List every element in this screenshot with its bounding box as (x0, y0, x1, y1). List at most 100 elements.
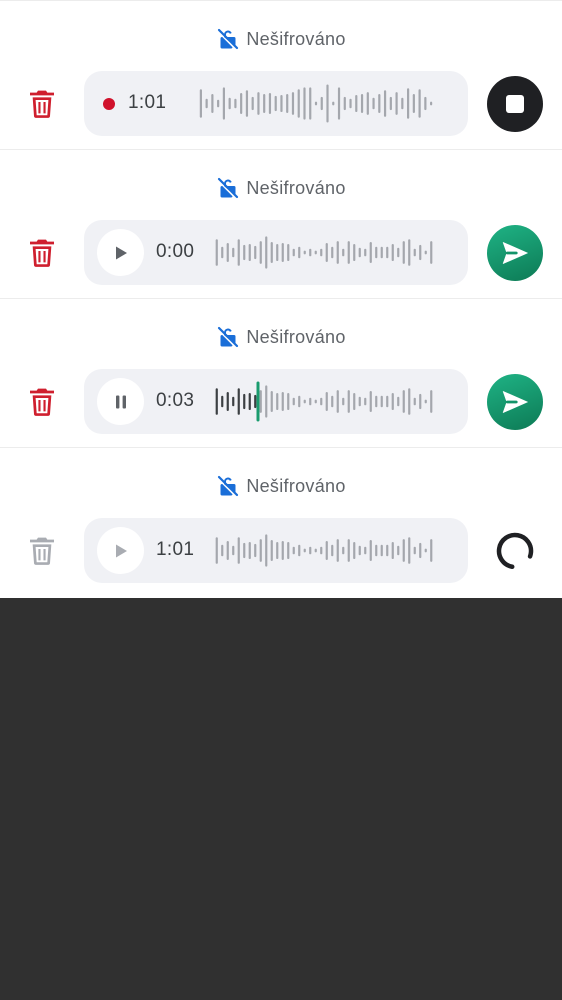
waveform-bar (383, 90, 387, 117)
trash-icon[interactable] (26, 237, 58, 269)
send-icon (502, 242, 528, 264)
waveform-bar (369, 391, 372, 412)
lock-off-icon (218, 28, 239, 50)
duration-label: 0:03 (156, 390, 195, 411)
voice-message-player: 1:01 (84, 518, 468, 583)
waveform-bar (287, 392, 290, 411)
waveform-bar (259, 390, 262, 413)
voice-message-player: 0:00 (84, 220, 468, 285)
waveform-bar (234, 98, 237, 109)
waveform-bar (276, 392, 279, 411)
playhead[interactable] (256, 381, 260, 422)
waveform-bar (402, 241, 405, 264)
play-icon (115, 544, 127, 557)
waveform-bar (347, 539, 350, 562)
waveform-bar (303, 399, 306, 404)
waveform-bar (380, 246, 383, 259)
waveform-bar (360, 94, 364, 113)
waveform-bar (389, 96, 392, 111)
waveform-bar (217, 99, 220, 108)
waveform-bar (364, 546, 367, 555)
waveform-bar (314, 399, 317, 404)
encryption-status-label: Nešifrováno (246, 475, 346, 496)
waveform[interactable] (214, 232, 434, 273)
stop-icon (506, 95, 524, 113)
waveform-bar (232, 396, 235, 407)
waveform (215, 534, 433, 567)
waveform-bar (342, 248, 345, 257)
waveform-bar (232, 247, 235, 258)
play-button[interactable] (97, 229, 144, 276)
waveform-bar (424, 399, 427, 404)
encryption-status-label: Nešifrováno (246, 326, 346, 347)
waveform-bar (243, 244, 246, 261)
waveform-bar (292, 546, 295, 555)
waveform-bar (257, 92, 260, 115)
waveform-bar (353, 243, 356, 262)
waveform[interactable] (214, 381, 434, 422)
waveform-bar (378, 94, 381, 113)
pause-button[interactable] (97, 378, 144, 425)
stop-recording-button[interactable] (487, 76, 543, 132)
waveform-bar (347, 241, 350, 264)
waveform-bar (391, 243, 394, 262)
waveform-bar (237, 239, 240, 266)
waveform-bar (265, 236, 268, 269)
waveform-bar (205, 98, 208, 109)
waveform (199, 84, 433, 123)
waveform-bar (265, 385, 268, 418)
waveform-bar (430, 390, 433, 413)
waveform-bar (358, 396, 361, 407)
waveform-bar (228, 97, 231, 110)
voice-message-list: Nešifrováno 1:01 Nešifrováno 0:00 Nešifr… (0, 0, 562, 598)
waveform-bar (281, 392, 284, 411)
waveform-bar (408, 239, 411, 266)
waveform-bar (331, 246, 334, 259)
waveform-bar (325, 243, 328, 262)
lock-off-icon (218, 177, 239, 199)
waveform-bar (408, 537, 411, 564)
waveform-bar (259, 539, 262, 562)
encryption-status: Nešifrováno (0, 474, 562, 498)
send-button[interactable] (487, 225, 543, 281)
waveform-bar (342, 546, 345, 555)
waveform-bar (380, 544, 383, 557)
waveform-bar (419, 244, 422, 261)
waveform-bar (221, 544, 224, 557)
waveform-bar (270, 540, 273, 561)
waveform-bar (358, 247, 361, 258)
waveform-bar (369, 540, 372, 561)
waveform-bar (397, 247, 400, 258)
trash-icon[interactable] (26, 88, 58, 120)
waveform-bar (298, 544, 301, 557)
waveform-bar (347, 390, 350, 413)
recording-indicator (103, 98, 115, 110)
waveform-bar (375, 246, 378, 259)
sending-spinner (487, 523, 543, 579)
waveform-bar (320, 397, 323, 406)
trash-icon[interactable] (26, 386, 58, 418)
waveform-bar (386, 395, 389, 408)
waveform-bar (366, 92, 369, 115)
waveform-bar (281, 541, 284, 560)
voice-message-row: Nešifrováno 0:00 (0, 149, 562, 298)
waveform-bar (331, 544, 334, 557)
waveform-bar (303, 87, 306, 120)
waveform-bar (309, 87, 312, 120)
waveform-bar (274, 95, 277, 112)
waveform-bar (343, 96, 346, 111)
waveform-bar (243, 542, 246, 559)
waveform-bar (281, 243, 284, 262)
send-button[interactable] (487, 374, 543, 430)
waveform-bar (337, 87, 341, 120)
waveform-bar (215, 537, 218, 564)
waveform-bar (326, 84, 329, 123)
waveform-bar (430, 241, 433, 264)
waveform-bar (386, 246, 389, 259)
waveform-bar (336, 390, 339, 413)
waveform-bar (254, 245, 257, 260)
duration-label: 0:00 (156, 241, 195, 262)
waveform-bar (375, 395, 378, 408)
waveform-bar (309, 397, 312, 406)
waveform-bar (309, 248, 312, 257)
